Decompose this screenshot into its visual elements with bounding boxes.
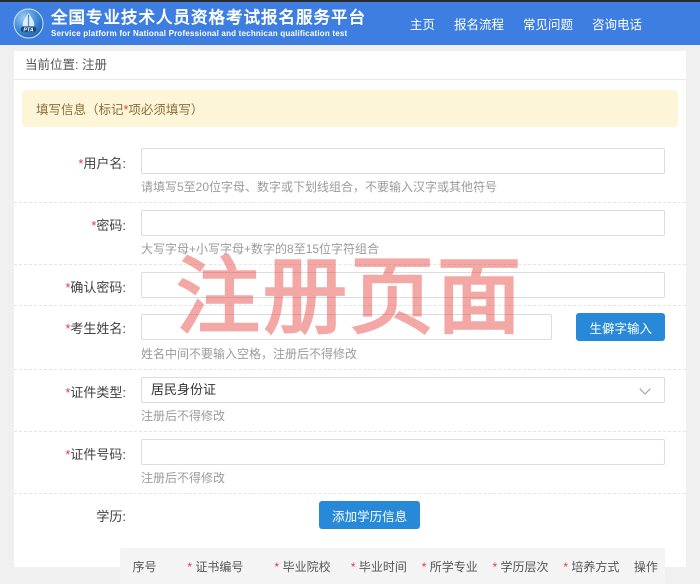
col-serial-number: 序号 <box>120 558 169 575</box>
id-number-input[interactable] <box>141 439 665 465</box>
col-operation: 操作 <box>627 558 665 575</box>
id-number-row: *证件号码: 注册后不得修改 <box>14 432 686 494</box>
fill-info-notice: 填写信息（标记*项必须填写） <box>22 90 678 127</box>
candidate-name-label: *考生姓名: <box>14 306 126 369</box>
education-label: 学历: <box>14 494 126 536</box>
password-hint: 大写字母+小写字母+数字的8至15位字符组合 <box>141 240 665 257</box>
col-major: * 所学专业 <box>414 558 485 575</box>
confirm-password-input[interactable] <box>141 272 665 298</box>
notice-text-after: 项必须填写） <box>128 103 203 117</box>
site-title-block: 全国专业技术人员资格考试报名服务平台 Service platform for … <box>51 9 366 38</box>
col-certificate-number: * 证书编号 <box>169 558 262 575</box>
rare-character-input-button[interactable]: 生僻字输入 <box>576 313 665 341</box>
breadcrumb-label: 当前位置: <box>25 58 78 72</box>
username-row: *用户名: 请填写5至20位字母、数字或下划线组合，不要输入汉字或其他符号 <box>14 141 686 203</box>
candidate-name-hint: 姓名中间不要输入空格，注册后不得修改 <box>141 345 665 362</box>
nav-faq[interactable]: 常见问题 <box>523 14 573 33</box>
education-row: 学历: 添加学历信息 <box>14 494 686 536</box>
password-label: *密码: <box>14 203 126 264</box>
username-input[interactable] <box>141 148 665 174</box>
id-type-select[interactable]: 居民身份证 <box>141 377 665 403</box>
col-graduation-time: * 毕业时间 <box>343 558 414 575</box>
registration-form: *用户名: 请填写5至20位字母、数字或下划线组合，不要输入汉字或其他符号 *密… <box>14 141 686 584</box>
breadcrumb: 当前位置: 注册 <box>14 51 686 80</box>
username-label: *用户名: <box>14 141 126 202</box>
notice-text: 填写信息（标记 <box>36 103 124 117</box>
col-training-mode: * 培养方式 <box>556 558 627 575</box>
confirm-password-row: *确认密码: <box>14 265 686 306</box>
svg-text:PTA: PTA <box>23 27 33 33</box>
site-title: 全国专业技术人员资格考试报名服务平台 <box>51 9 366 27</box>
id-type-row: *证件类型: 居民身份证 注册后不得修改 <box>14 370 686 432</box>
candidate-name-input[interactable] <box>141 314 552 340</box>
confirm-password-label: *确认密码: <box>14 265 126 305</box>
nav-contact-phone[interactable]: 咨询电话 <box>592 14 642 33</box>
header-nav: 主页 报名流程 常见问题 咨询电话 <box>410 14 642 33</box>
username-hint: 请填写5至20位字母、数字或下划线组合，不要输入汉字或其他符号 <box>141 178 665 195</box>
id-type-selected-value: 居民身份证 <box>142 378 664 402</box>
site-subtitle: Service platform for National Profession… <box>51 29 366 38</box>
col-education-level: * 学历层次 <box>485 558 556 575</box>
add-education-button[interactable]: 添加学历信息 <box>319 501 420 529</box>
id-type-hint: 注册后不得修改 <box>141 407 665 424</box>
id-number-label: *证件号码: <box>14 432 126 493</box>
candidate-name-row: *考生姓名: 生僻字输入 姓名中间不要输入空格，注册后不得修改 <box>14 306 686 370</box>
password-input[interactable] <box>141 210 665 236</box>
id-number-hint: 注册后不得修改 <box>141 469 665 486</box>
content-card: 当前位置: 注册 填写信息（标记*项必须填写） *用户名: 请填写5至20位字母… <box>14 51 686 567</box>
education-table-header: 序号 * 证书编号 * 毕业院校 * 毕业时间 * 所学专业 * 学历层次 * … <box>120 548 665 584</box>
col-graduation-school: * 毕业院校 <box>262 558 344 575</box>
nav-registration-process[interactable]: 报名流程 <box>454 14 504 33</box>
cpta-logo-icon: PTA <box>13 8 44 39</box>
breadcrumb-current: 注册 <box>82 58 107 72</box>
nav-home[interactable]: 主页 <box>410 14 435 33</box>
password-row: *密码: 大写字母+小写字母+数字的8至15位字符组合 <box>14 203 686 265</box>
id-type-label: *证件类型: <box>14 370 126 431</box>
site-header: PTA 全国专业技术人员资格考试报名服务平台 Service platform … <box>0 2 700 45</box>
